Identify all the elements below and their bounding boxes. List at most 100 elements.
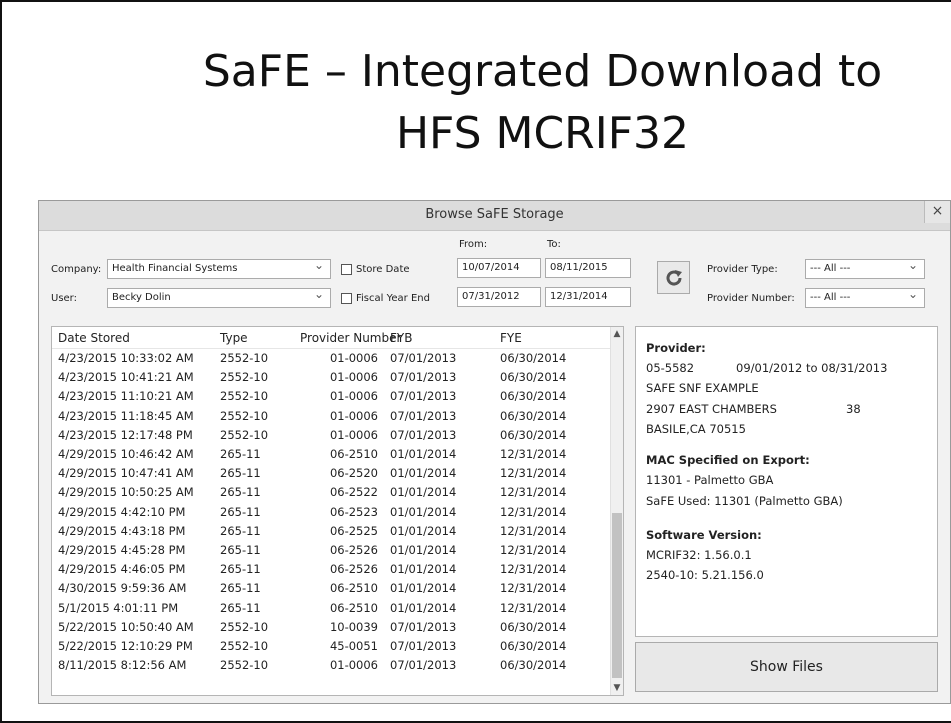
header-fye[interactable]: FYE <box>500 331 522 345</box>
store-date-to-input[interactable]: 08/11/2015 <box>545 258 631 278</box>
scroll-down-icon[interactable]: ▼ <box>611 683 623 693</box>
row-type: 2552-10 <box>220 658 269 673</box>
row-fyb: 01/01/2014 <box>390 523 457 538</box>
row-type: 265-11 <box>220 466 261 481</box>
row-date-stored: 4/30/2015 9:59:36 AM <box>58 581 187 596</box>
row-fye: 12/31/2014 <box>500 447 567 461</box>
provider-type-label: Provider Type: <box>707 264 778 275</box>
row-fye: 06/30/2014 <box>500 639 567 653</box>
provider-type-dropdown[interactable]: --- All --- <box>805 259 925 279</box>
row-date-stored: 4/29/2015 4:42:10 PM <box>58 504 186 519</box>
provider-street: 2907 EAST CHAMBERS <box>646 402 777 416</box>
row-fye: 06/30/2014 <box>500 370 567 385</box>
table-row[interactable]: 4/29/2015 10:50:25 AM 265-11 06-2522 01/01/… <box>52 484 612 500</box>
stored-files-list[interactable]: Date Stored Type Provider Number FYB FYE… <box>51 326 624 696</box>
row-date-stored: 4/29/2015 10:47:41 AM <box>58 466 194 481</box>
show-files-button[interactable]: Show Files <box>635 642 938 692</box>
refresh-button[interactable] <box>657 261 690 294</box>
refresh-icon <box>666 270 682 286</box>
row-fyb: 07/01/2013 <box>390 639 457 653</box>
row-type: 265-11 <box>220 600 261 615</box>
table-row[interactable]: 4/23/2015 10:33:02 AM 2552-10 01-0006 07/01… <box>52 350 612 366</box>
table-row[interactable]: 4/30/2015 9:59:36 AM 265-11 06-2510 01/01/2… <box>52 580 612 596</box>
row-type: 2552-10 <box>220 639 269 653</box>
provider-number-value: --- All --- <box>810 292 851 303</box>
company-dropdown[interactable]: Health Financial Systems <box>107 259 331 279</box>
row-fye: 06/30/2014 <box>500 619 567 634</box>
table-row[interactable]: 4/29/2015 4:42:10 PM 265-11 06-2523 01/01/2… <box>52 504 612 520</box>
from-label: From: <box>459 239 488 250</box>
row-provider-number: 01-0006 <box>329 427 378 442</box>
row-date-stored: 8/11/2015 8:12:56 AM <box>58 658 187 673</box>
table-row[interactable]: 5/22/2015 10:50:40 AM 2552-10 10-0039 07/01… <box>52 619 612 635</box>
row-fyb: 01/01/2014 <box>390 466 457 481</box>
row-provider-number: 06-2526 <box>329 543 378 557</box>
row-fye: 06/30/2014 <box>500 658 567 673</box>
store-date-from-input[interactable]: 10/07/2014 <box>457 258 541 278</box>
row-type: 2552-10 <box>220 619 269 634</box>
close-icon[interactable]: × <box>924 201 950 223</box>
row-provider-number: 06-2510 <box>329 581 378 596</box>
company-value: Health Financial Systems <box>112 263 238 274</box>
row-fyb: 01/01/2014 <box>390 543 457 557</box>
table-row[interactable]: 4/29/2015 4:43:18 PM 265-11 06-2525 01/01/2… <box>52 523 612 539</box>
header-fyb[interactable]: FYB <box>390 331 412 345</box>
table-row[interactable]: 5/22/2015 12:10:29 PM 2552-10 45-0051 07/01… <box>52 638 612 654</box>
row-fyb: 01/01/2014 <box>390 581 457 596</box>
table-row[interactable]: 4/23/2015 12:17:48 PM 2552-10 01-0006 07/01… <box>52 427 612 443</box>
store-date-checkbox[interactable] <box>341 264 352 275</box>
table-row[interactable]: 8/11/2015 8:12:56 AM 2552-10 01-0006 07/01/… <box>52 657 612 673</box>
row-fyb: 07/01/2013 <box>390 619 457 634</box>
row-fyb: 07/01/2013 <box>390 389 457 404</box>
row-provider-number: 10-0039 <box>329 619 378 634</box>
row-type: 2552-10 <box>220 389 269 404</box>
table-row[interactable]: 4/29/2015 4:45:28 PM 265-11 06-2526 01/01/2… <box>52 542 612 558</box>
row-type: 265-11 <box>220 485 261 500</box>
software-version-heading: Software Version: <box>646 528 762 542</box>
provider-name: SAFE SNF EXAMPLE <box>646 381 759 395</box>
row-fye: 06/30/2014 <box>500 408 567 423</box>
row-fyb: 01/01/2014 <box>390 600 457 615</box>
table-row[interactable]: 4/23/2015 11:18:45 AM 2552-10 01-0006 07/01… <box>52 408 612 424</box>
header-date-stored[interactable]: Date Stored <box>58 331 130 345</box>
row-fyb: 07/01/2013 <box>390 351 457 365</box>
table-row[interactable]: 4/29/2015 4:46:05 PM 265-11 06-2526 01/01/2… <box>52 561 612 577</box>
scrollbar-thumb[interactable] <box>612 513 622 678</box>
row-date-stored: 4/23/2015 12:17:48 PM <box>58 427 193 442</box>
user-dropdown[interactable]: Becky Dolin <box>107 288 331 308</box>
user-label: User: <box>51 293 77 304</box>
row-provider-number: 01-0006 <box>329 408 378 423</box>
row-type: 2552-10 <box>220 427 269 442</box>
row-provider-number: 06-2510 <box>329 447 378 461</box>
row-date-stored: 5/22/2015 10:50:40 AM <box>58 619 194 634</box>
fiscal-from-input[interactable]: 07/31/2012 <box>457 287 541 307</box>
row-fyb: 07/01/2013 <box>390 408 457 423</box>
mcrif-version: MCRIF32: 1.56.0.1 <box>646 548 752 562</box>
row-fye: 06/30/2014 <box>500 389 567 404</box>
list-scrollbar[interactable]: ▲ ▼ <box>610 327 623 695</box>
row-fyb: 01/01/2014 <box>390 562 457 577</box>
header-type[interactable]: Type <box>220 331 248 345</box>
fiscal-year-end-checkbox[interactable] <box>341 293 352 304</box>
table-row[interactable]: 4/29/2015 10:46:42 AM 265-11 06-2510 01/01/… <box>52 446 612 462</box>
provider-heading: Provider: <box>646 341 706 355</box>
table-row[interactable]: 5/1/2015 4:01:11 PM 265-11 06-2510 01/01/20… <box>52 600 612 616</box>
fiscal-year-end-label: Fiscal Year End <box>356 293 430 304</box>
row-fye: 12/31/2014 <box>500 600 567 615</box>
row-fye: 12/31/2014 <box>500 504 567 519</box>
row-date-stored: 4/29/2015 4:45:28 PM <box>58 543 186 557</box>
browse-safe-storage-window: Browse SaFE Storage × From: To: Company:… <box>38 200 951 704</box>
provider-number-dropdown[interactable]: --- All --- <box>805 288 925 308</box>
table-row[interactable]: 4/29/2015 10:47:41 AM 265-11 06-2520 01/01/… <box>52 465 612 481</box>
row-provider-number: 01-0006 <box>329 389 378 404</box>
row-type: 265-11 <box>220 523 261 538</box>
table-row[interactable]: 4/23/2015 10:41:21 AM 2552-10 01-0006 07/01… <box>52 369 612 385</box>
header-provider-number[interactable]: Provider Number <box>300 331 401 345</box>
row-fye: 06/30/2014 <box>500 351 567 365</box>
scroll-up-icon[interactable]: ▲ <box>611 329 623 339</box>
table-row[interactable]: 4/23/2015 11:10:21 AM 2552-10 01-0006 07/01… <box>52 388 612 404</box>
fiscal-to-input[interactable]: 12/31/2014 <box>545 287 631 307</box>
row-type: 265-11 <box>220 543 261 557</box>
row-fyb: 01/01/2014 <box>390 485 457 500</box>
row-date-stored: 5/1/2015 4:01:11 PM <box>58 600 179 615</box>
